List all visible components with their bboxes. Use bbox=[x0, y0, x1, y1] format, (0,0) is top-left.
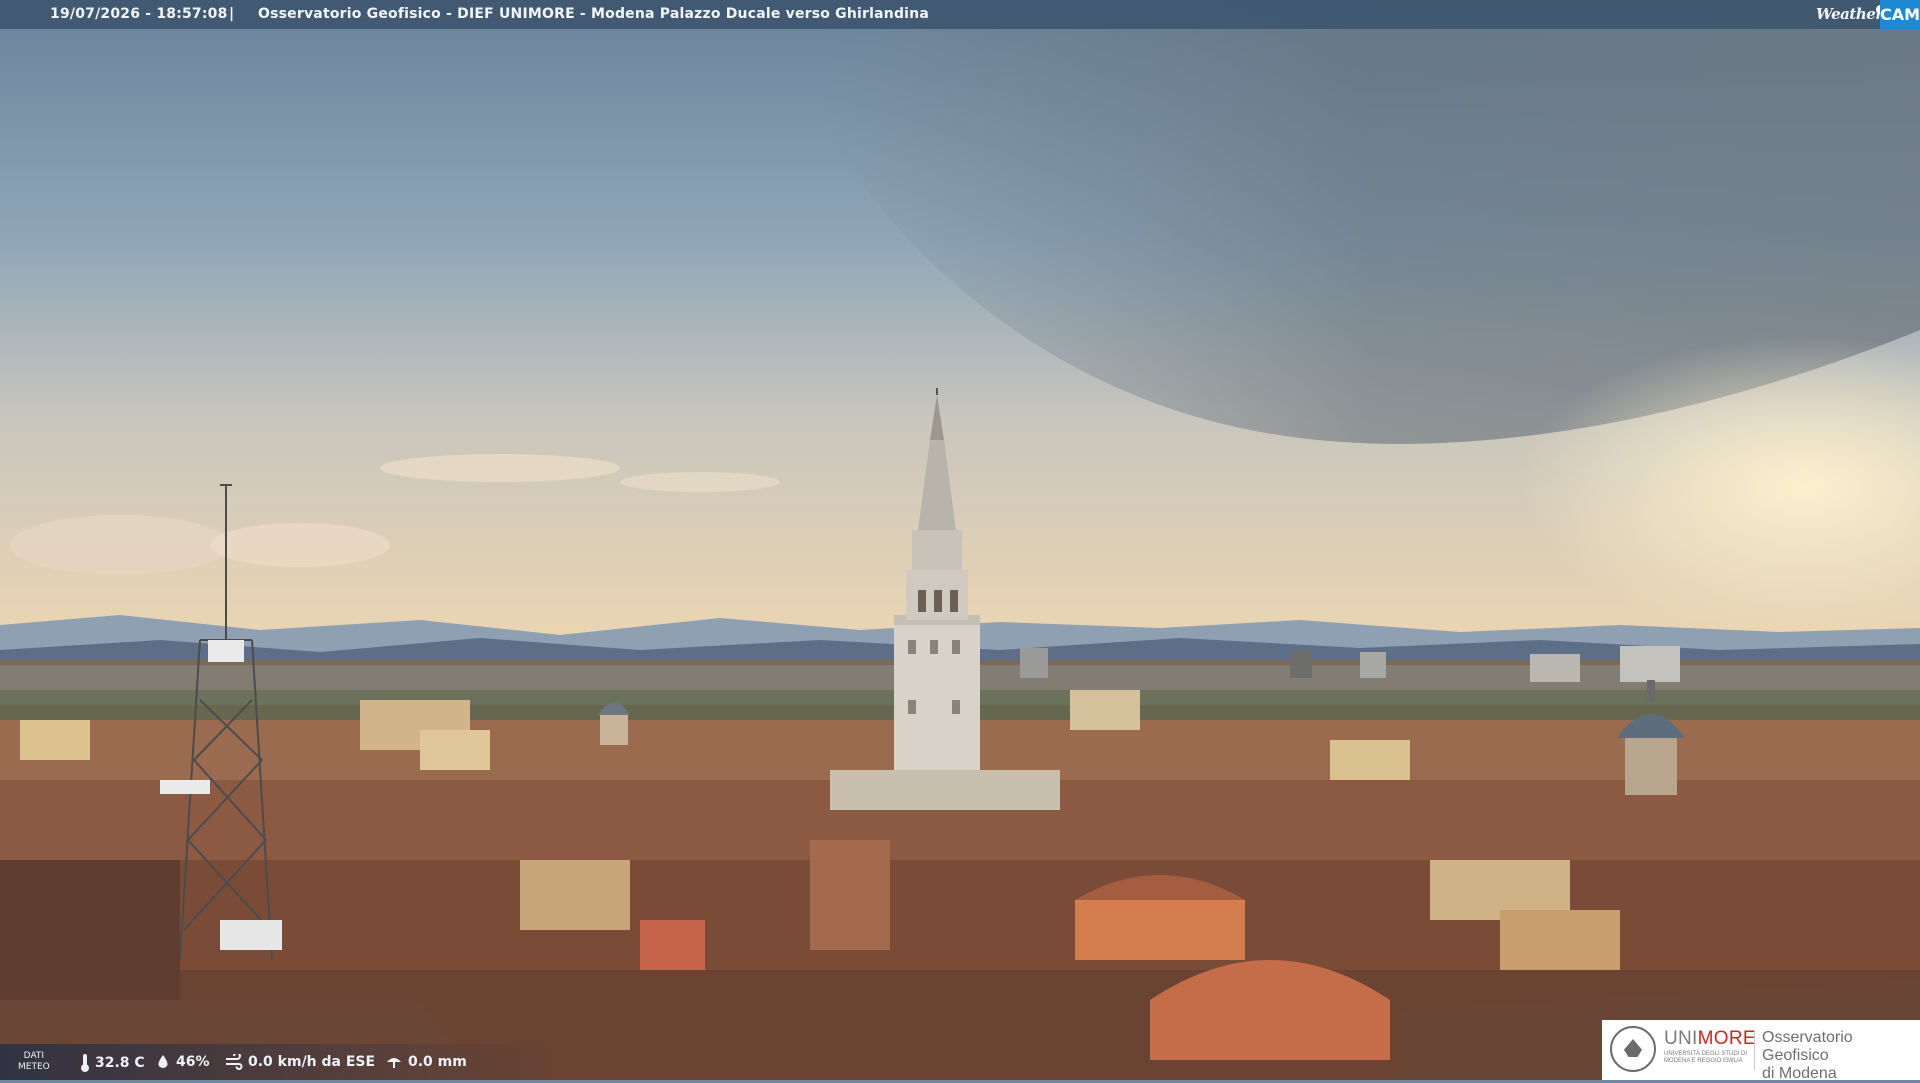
humidity-value: 46% bbox=[176, 1054, 210, 1070]
unimore-wordmark: UNIMORE bbox=[1664, 1028, 1756, 1050]
unimore-part2: MORE bbox=[1697, 1028, 1756, 1049]
thermometer-icon bbox=[81, 1054, 89, 1072]
temperature-value: 32.8 C bbox=[95, 1055, 145, 1071]
brand-suffix: CAM bbox=[1880, 0, 1920, 29]
meteo-label-line2: METEO bbox=[18, 1062, 50, 1072]
meteo-label: DATI METEO bbox=[18, 1051, 50, 1073]
meteo-label-line1: DATI bbox=[23, 1051, 45, 1061]
observatory-line2: di Modena bbox=[1762, 1065, 1837, 1082]
university-seal-icon bbox=[1610, 1026, 1656, 1072]
unimore-subtitle: UNIVERSITÀ DEGLI STUDI DI MODENA E REGGI… bbox=[1664, 1051, 1748, 1064]
brand-prefix: Weather bbox=[1816, 5, 1883, 23]
weather-data-bar: DATI METEO 32.8 C 46% 0.0 km/h da ESE 0.… bbox=[0, 1044, 560, 1080]
webcam-photo bbox=[0, 0, 1920, 1080]
humidity-reading: 46% bbox=[155, 1054, 210, 1070]
unimore-part1: UNI bbox=[1664, 1028, 1698, 1049]
rain-icon bbox=[387, 1058, 401, 1068]
rain-value: 0.0 mm bbox=[408, 1054, 467, 1070]
wind-reading: 0.0 km/h da ESE bbox=[225, 1054, 375, 1070]
top-info-bar: 19/07/2026 - 18:57:08 | Osservatorio Geo… bbox=[0, 0, 1920, 29]
timestamp: 19/07/2026 - 18:57:08 bbox=[50, 6, 228, 22]
temperature-reading: 32.8 C bbox=[80, 1054, 145, 1072]
unimore-logo: UNIMORE UNIVERSITÀ DEGLI STUDI DI MODENA… bbox=[1602, 1020, 1920, 1083]
title-separator: | bbox=[229, 6, 235, 22]
weathercam-logo: Weather CAM bbox=[1816, 0, 1920, 29]
logo-divider bbox=[1754, 1030, 1755, 1070]
rain-reading: 0.0 mm bbox=[385, 1054, 467, 1070]
wind-value: 0.0 km/h da ESE bbox=[248, 1054, 376, 1070]
observatory-name: Osservatorio Geofisico di Modena bbox=[1762, 1029, 1920, 1083]
humidity-icon bbox=[158, 1055, 168, 1068]
camera-title: Osservatorio Geofisico - DIEF UNIMORE - … bbox=[258, 6, 929, 22]
wind-icon bbox=[226, 1054, 243, 1070]
observatory-line1: Osservatorio Geofisico bbox=[1762, 1029, 1853, 1064]
